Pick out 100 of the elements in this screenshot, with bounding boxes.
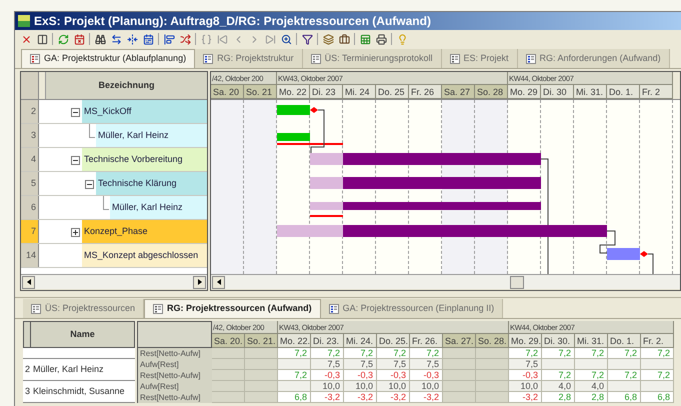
toolbar-button[interactable]	[93, 32, 107, 46]
tree-item[interactable]: Technische Klärung	[96, 172, 207, 195]
tree-item[interactable]: Konzept_Phase	[82, 220, 207, 243]
day-header: Sa. 27	[442, 85, 475, 99]
toolbar-button[interactable]	[125, 32, 139, 46]
column-header: Bezeichnung	[45, 72, 207, 99]
toolbar-button[interactable]	[72, 32, 86, 46]
tree-item[interactable]: Müller, Karl Heinz	[96, 124, 207, 147]
value-cell: 10,0	[509, 381, 542, 392]
toolbar-button[interactable]	[337, 32, 351, 46]
day-header: Mo. 22	[277, 85, 310, 99]
day-header: Di. 23	[310, 85, 343, 99]
column-header: Name	[30, 322, 134, 347]
measure-label: Aufw[Rest]	[137, 359, 212, 370]
value-cell	[443, 370, 476, 381]
value-cell: 7,2	[608, 370, 641, 381]
tab[interactable]: ÜS: Projektressourcen	[23, 299, 144, 318]
collapse-icon[interactable]	[71, 108, 80, 117]
value-cell: 6,8	[608, 392, 641, 403]
tab[interactable]: ÜS: Terminierungsprotokoll	[302, 49, 442, 68]
align-icon	[164, 34, 174, 44]
value-cell	[476, 370, 509, 381]
briefcase-icon	[338, 34, 350, 44]
tree-item[interactable]: MS_Konzept abgeschlossen	[82, 244, 207, 267]
braces-icon	[200, 34, 212, 44]
scroll-thumb[interactable]	[510, 276, 524, 288]
toolbar-button[interactable]	[35, 32, 49, 46]
value-cell	[212, 348, 245, 359]
value-cell: 7,5	[344, 359, 377, 370]
tree-item[interactable]: MS_KickOff	[82, 100, 207, 123]
row-number: 2	[24, 362, 31, 376]
value-cell: 7,2	[641, 370, 674, 381]
row-number: 7	[21, 220, 39, 243]
toolbar-button[interactable]	[178, 32, 192, 46]
day-header: So. 21	[244, 85, 277, 99]
window-title: ExS: Projekt (Planung): Auftrag8_D/RG: Projektressourcen (Aufwand)	[34, 13, 431, 30]
toolbar-button[interactable]	[162, 32, 176, 46]
value-cell: -3,2	[377, 392, 410, 403]
value-cell: -3,2	[410, 392, 443, 403]
day-header: Di. 23.	[311, 334, 344, 348]
tree-item[interactable]: Müller, Karl Heinz	[110, 196, 207, 219]
funnel-icon	[302, 34, 312, 44]
spreadsheet-icon	[360, 34, 370, 44]
value-cell: 7,5	[410, 359, 443, 370]
day-header: Mi. 24	[343, 85, 376, 99]
left-triangle-icon	[216, 279, 220, 285]
tab-icon	[310, 54, 321, 64]
value-cell: 2,8	[542, 392, 575, 403]
scroll-arrow-button[interactable]	[212, 276, 225, 288]
toolbar-button[interactable]	[321, 32, 335, 46]
tab[interactable]: RG: Anforderungen (Aufwand)	[518, 49, 670, 68]
binoculars-icon	[94, 34, 106, 44]
day-header: So. 21.	[245, 334, 278, 348]
value-cell: 7,2	[344, 348, 377, 359]
right-triangle-icon	[198, 279, 202, 285]
tab[interactable]: RG: Projektressourcen (Aufwand)	[144, 299, 321, 318]
value-cell	[608, 381, 641, 392]
scroll-arrow-button[interactable]	[22, 276, 35, 288]
value-cell	[278, 359, 311, 370]
resource-name: Kleinschmidt, Susanne	[32, 384, 125, 398]
tab[interactable]: RG: Projektstruktur	[195, 49, 303, 68]
toolbar-button[interactable]	[279, 32, 293, 46]
value-cell: 7,2	[542, 370, 575, 381]
toolbar-button[interactable]	[141, 32, 155, 46]
arrows-icon	[110, 34, 122, 44]
expand-icon[interactable]	[71, 228, 80, 237]
toolbar-button[interactable]	[374, 32, 388, 46]
value-cell: 6,8	[278, 392, 311, 403]
close-icon	[20, 34, 32, 44]
day-header: Fr. 26	[409, 85, 442, 99]
day-header: Mo. 29	[508, 85, 541, 99]
zoom-icon	[280, 34, 292, 44]
tab[interactable]: GA: Projektressourcen (Einplanung II)	[320, 299, 504, 318]
toolbar-button[interactable]	[300, 32, 314, 46]
value-cell	[212, 392, 245, 403]
left-triangle-icon	[26, 279, 30, 285]
calendar-icon	[74, 34, 84, 44]
row-number: 6	[21, 196, 39, 219]
day-header: Di. 30.	[542, 334, 575, 348]
value-cell: 7,2	[542, 348, 575, 359]
collapse-icon[interactable]	[71, 156, 80, 165]
day-header: Di. 30	[541, 85, 574, 99]
value-cell: 7,2	[575, 348, 608, 359]
tab[interactable]: ES: Projekt	[442, 49, 518, 68]
day-header: Sa. 20.	[212, 334, 245, 348]
scroll-arrow-button[interactable]	[193, 276, 206, 288]
horizontal-scrollbar[interactable]	[211, 274, 680, 289]
value-cell: 7,2	[575, 370, 608, 381]
day-header: Fr. 26.	[410, 334, 443, 348]
tab-icon	[203, 54, 214, 64]
horizontal-scrollbar[interactable]	[21, 274, 207, 289]
collapse-icon[interactable]	[85, 180, 94, 189]
tab[interactable]: GA: Projektstruktur (Ablaufplanung)	[21, 49, 196, 68]
value-cell: 7,2	[641, 348, 674, 359]
day-header: So. 28	[475, 85, 508, 99]
value-cell: 7,2	[509, 348, 542, 359]
tree-item[interactable]: Technische Vorbereitung	[82, 148, 207, 171]
layers-icon	[322, 34, 334, 44]
row-number: 14	[21, 244, 39, 267]
day-header: Sa. 20	[211, 85, 244, 99]
